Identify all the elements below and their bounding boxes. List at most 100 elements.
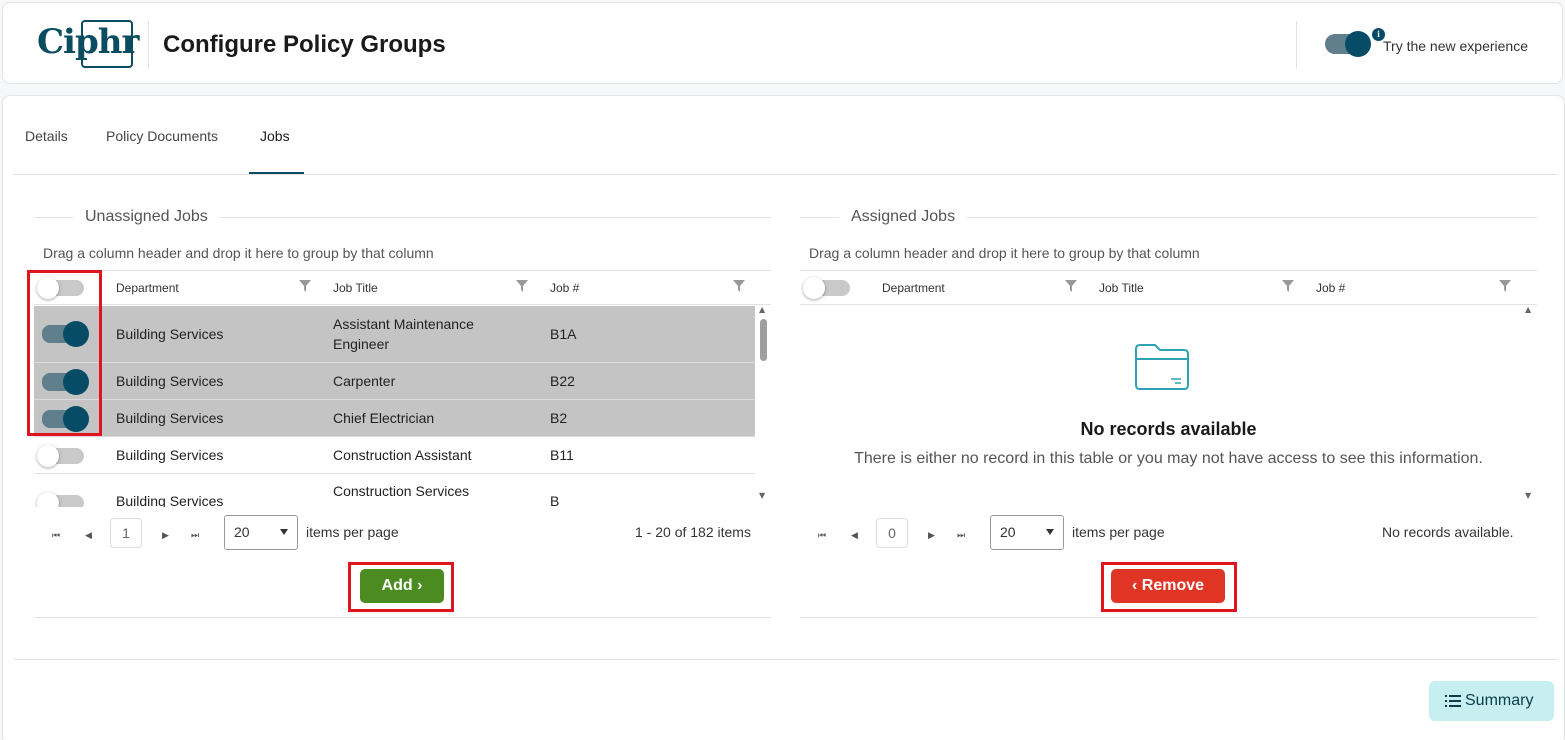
empty-folder-icon [1135,344,1189,390]
scroll-down-icon[interactable]: ▼ [1525,491,1531,500]
group-drop-zone[interactable]: Drag a column header and drop it here to… [43,245,434,261]
empty-state-title: No records available [1080,419,1257,439]
unassigned-legend: Unassigned Jobs [73,208,220,226]
header-divider [148,21,149,69]
unassigned-pager: ⏮ ◀ 1 ▶ ⏭ 20 items per page 1 - 20 of 18… [34,514,771,564]
app-header: Ciphr Configure Policy Groups i Try the … [2,2,1563,84]
cell-job-title: Chief Electrician [333,410,435,426]
header-divider-right [1296,21,1297,69]
cell-job-number: B2 [550,410,568,426]
grid-header: Department Job Title Job # [800,271,1537,305]
row-select-toggle[interactable] [37,492,84,507]
assigned-fieldset-bottom [800,617,1537,618]
assigned-legend: Assigned Jobs [839,208,968,226]
chevron-down-icon [280,529,288,535]
cell-department: Building Services [116,373,224,389]
next-page-icon[interactable]: ▶ [928,531,935,541]
filter-icon[interactable] [733,280,745,292]
cell-job-title-cont: Engineer [333,336,390,352]
first-page-icon[interactable]: ⏮ [52,531,60,541]
cell-job-title: Construction Services [333,483,470,499]
last-page-icon[interactable]: ⏭ [191,531,199,541]
highlight-frame-remove [1101,562,1237,612]
table-row[interactable]: Building Services Construction Assistant… [34,437,755,474]
highlight-frame-toggles [27,270,102,436]
last-page-icon[interactable]: ⏭ [957,531,965,541]
scroll-up-icon[interactable]: ▲ [1525,305,1531,314]
cell-department: Building Services [116,447,224,463]
row-select-toggle[interactable] [37,445,84,467]
highlight-frame-add [348,562,454,612]
page-size-value: 20 [234,524,250,540]
filter-icon[interactable] [516,280,528,292]
current-page[interactable]: 0 [876,518,908,548]
column-header-job-number[interactable]: Job # [1316,281,1345,295]
column-header-department[interactable]: Department [116,281,179,295]
assigned-pager: ⏮ ◀ 0 ▶ ⏭ 20 items per page No records a… [800,514,1537,564]
tab-details[interactable]: Details [25,128,68,144]
chevron-down-icon [1046,529,1054,535]
first-page-icon[interactable]: ⏮ [818,531,826,541]
logo-text: Ciphr [37,22,139,62]
cell-department: Building Services [116,410,224,426]
vertical-scrollbar[interactable]: ▲ ▼ [1522,305,1536,507]
ciphr-logo[interactable]: Ciphr [35,20,139,70]
vertical-scrollbar[interactable]: ▲ ▼ [756,305,770,507]
new-experience-toggle[interactable] [1325,31,1371,57]
tab-jobs[interactable]: Jobs [260,128,290,144]
current-page[interactable]: 1 [110,518,142,548]
table-row[interactable]: Building Services Construction Services … [34,474,755,507]
select-all-toggle[interactable] [803,277,850,299]
group-drop-zone[interactable]: Drag a column header and drop it here to… [809,245,1200,261]
scroll-thumb[interactable] [760,319,767,361]
column-header-job-number[interactable]: Job # [550,281,579,295]
prev-page-icon[interactable]: ◀ [851,531,858,541]
unassigned-fieldset-bottom [34,617,771,618]
filter-icon[interactable] [1282,280,1294,292]
tab-policy-documents[interactable]: Policy Documents [106,128,218,144]
toggle-knob [37,445,59,467]
page-size-select[interactable]: 20 [224,515,298,550]
toggle-knob [803,277,825,299]
table-row[interactable]: Building Services Carpenter B22 [34,363,755,400]
column-header-job-title[interactable]: Job Title [333,281,378,295]
prev-page-icon[interactable]: ◀ [85,531,92,541]
page-title: Configure Policy Groups [163,31,446,58]
list-icon [1445,695,1461,707]
pager-summary: No records available. [1382,524,1514,540]
cell-job-number: B11 [550,447,574,463]
items-per-page-label: items per page [306,524,399,540]
toggle-knob [1345,31,1371,57]
page-size-select[interactable]: 20 [990,515,1064,550]
column-header-job-title[interactable]: Job Title [1099,281,1144,295]
cell-job-number: B [550,493,560,507]
cell-department: Building Services [116,493,224,507]
scroll-down-icon[interactable]: ▼ [759,491,765,500]
filter-icon[interactable] [1499,280,1511,292]
scroll-up-icon[interactable]: ▲ [759,305,765,314]
assigned-grid: Department Job Title Job # No records av… [800,270,1537,506]
cell-department: Building Services [116,326,224,342]
pager-summary: 1 - 20 of 182 items [635,524,751,540]
toggle-knob [37,492,59,507]
cell-job-title: Construction Assistant [333,447,472,463]
next-page-icon[interactable]: ▶ [162,531,169,541]
new-experience-label: Try the new experience [1383,38,1528,54]
unassigned-grid: Department Job Title Job # Building Serv… [34,270,771,507]
filter-icon[interactable] [299,280,311,292]
filter-icon[interactable] [1065,280,1077,292]
footer-divider [13,659,1558,660]
summary-label: Summary [1465,692,1534,709]
grid-header: Department Job Title Job # [34,271,771,305]
table-row[interactable]: Building Services Assistant Maintenance … [34,306,755,363]
cell-job-number: B1A [550,326,577,342]
summary-button[interactable]: Summary [1429,681,1554,721]
main-panel: Details Policy Documents Jobs Unassigned… [2,95,1565,740]
items-per-page-label: items per page [1072,524,1165,540]
column-header-department[interactable]: Department [882,281,945,295]
cell-job-title: Carpenter [333,373,396,389]
tabs-divider [13,174,1558,175]
cell-job-title: Assistant Maintenance [333,316,474,332]
table-row[interactable]: Building Services Chief Electrician B2 [34,400,755,437]
empty-state-text: There is either no record in this table … [854,450,1483,467]
